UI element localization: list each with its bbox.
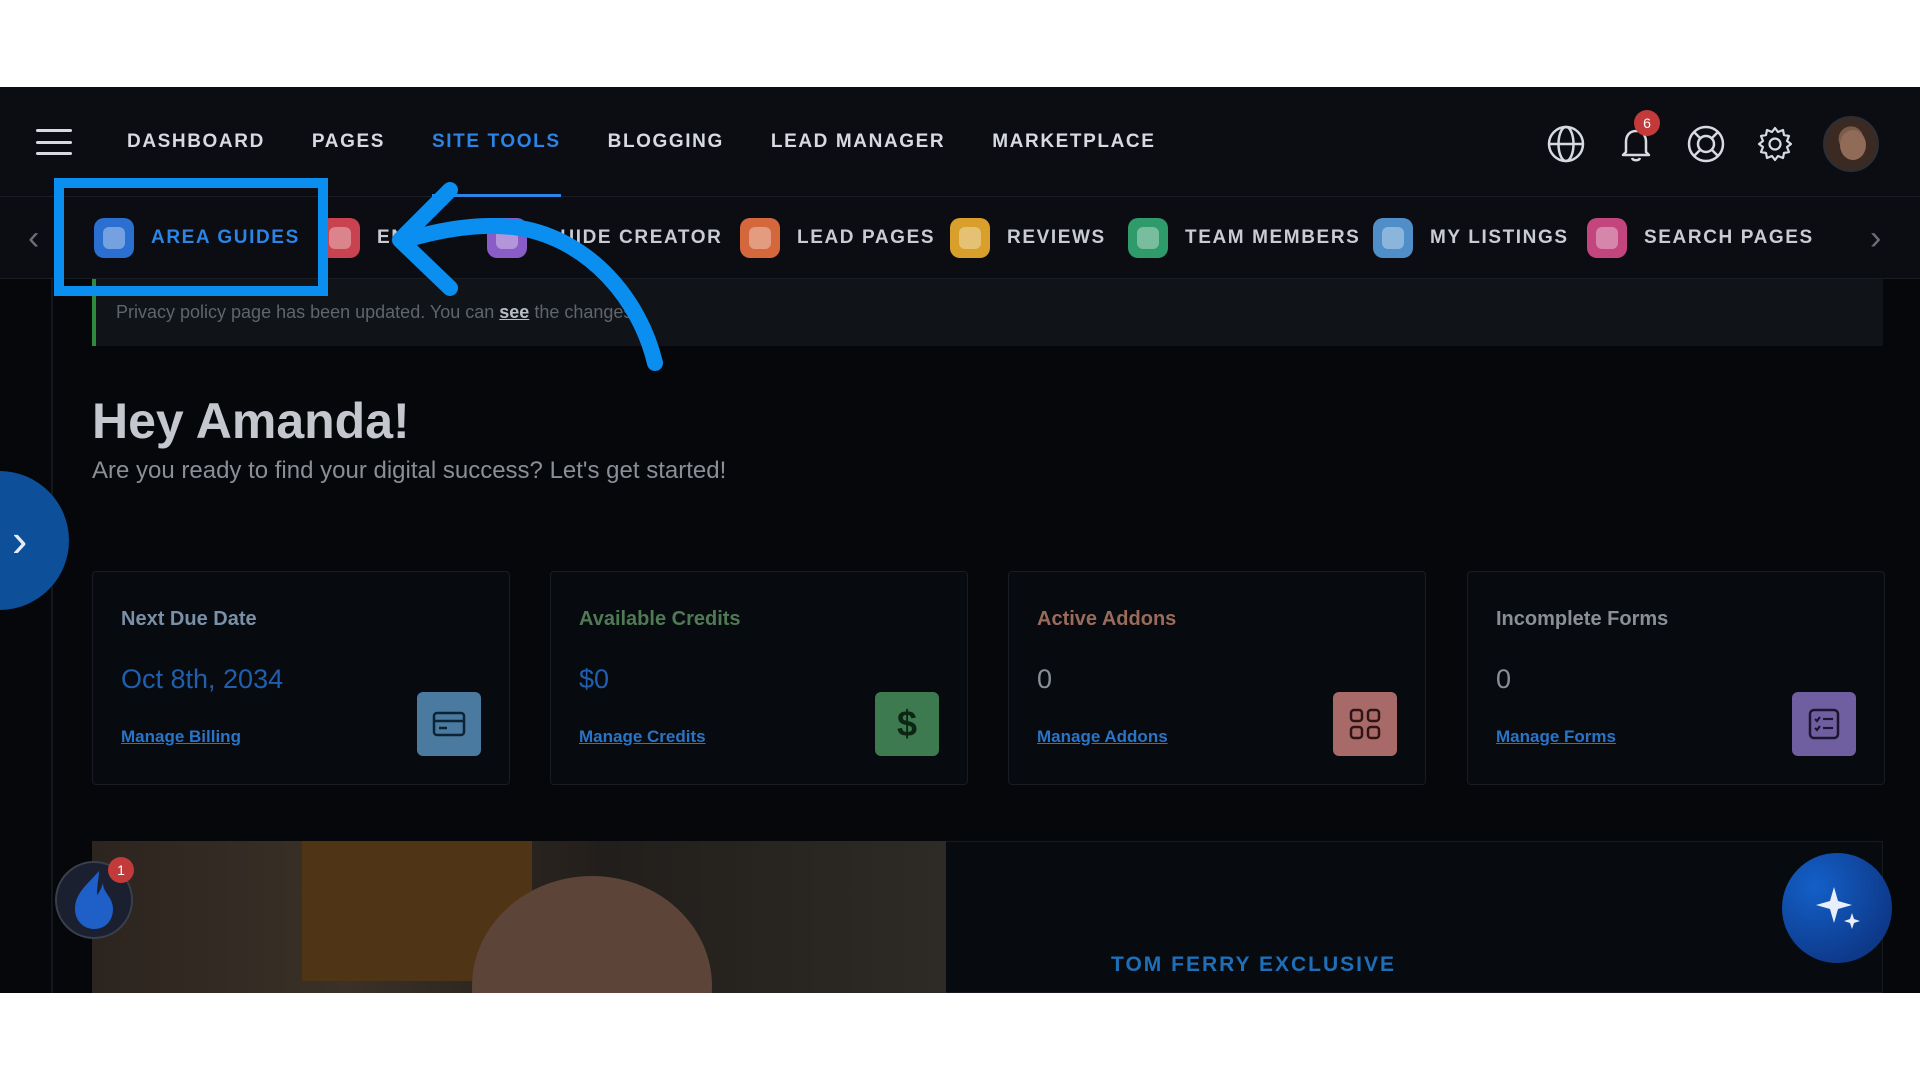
notice-text-end: the changes. <box>534 302 638 322</box>
notice-text: Privacy policy page has been updated. Yo… <box>116 302 495 322</box>
greeting-title: Hey Amanda! <box>92 393 410 449</box>
tutorial-highlight-box <box>54 178 328 296</box>
card-next-due-date: Next Due Date Oct 8th, 2034 Manage Billi… <box>92 571 510 785</box>
nav-blogging[interactable]: BLOGGING <box>608 87 724 197</box>
scroll-left-icon[interactable]: ‹ <box>28 219 39 258</box>
subnav-label: GUIDE CREATOR <box>544 227 723 248</box>
card-title: Active Addons <box>1037 608 1177 630</box>
card-value: $0 <box>579 664 610 694</box>
subnav-reviews[interactable]: REVIEWS <box>950 197 1106 279</box>
video-thumbnail[interactable] <box>92 841 946 993</box>
manage-forms-link[interactable]: Manage Forms <box>1496 727 1616 747</box>
subnav-guide-creator[interactable]: GUIDE CREATOR <box>487 197 722 279</box>
lead-pages-icon <box>740 218 780 258</box>
help-lifebuoy-icon[interactable] <box>1686 124 1726 164</box>
card-value: 0 <box>1037 664 1053 694</box>
manage-credits-link[interactable]: Manage Credits <box>579 727 706 747</box>
grid-icon <box>1333 692 1397 756</box>
card-value: 0 <box>1496 664 1512 694</box>
gear-icon[interactable] <box>1755 124 1795 164</box>
subnav-search-pages[interactable]: SEARCH PAGES <box>1587 197 1814 279</box>
card-title: Incomplete Forms <box>1496 608 1669 630</box>
notification-badge: 6 <box>1634 110 1660 136</box>
dollar-icon: $ <box>875 692 939 756</box>
subnav-label: MY LISTINGS <box>1430 227 1569 248</box>
card-incomplete-forms: Incomplete Forms 0 Manage Forms <box>1467 571 1885 785</box>
card-title: Next Due Date <box>121 608 257 630</box>
card-active-addons: Active Addons 0 Manage Addons <box>1008 571 1426 785</box>
my-listings-icon <box>1373 218 1413 258</box>
globe-icon[interactable] <box>1546 124 1586 164</box>
credit-card-icon <box>417 692 481 756</box>
card-title: Available Credits <box>579 608 741 630</box>
nav-site-tools[interactable]: SITE TOOLS <box>432 87 561 197</box>
subnav-label: LEAD PAGES <box>797 227 936 248</box>
nav-lead-manager[interactable]: LEAD MANAGER <box>771 87 945 197</box>
subnav-label: REVIEWS <box>1007 227 1106 248</box>
subnav-label: TEAM MEMBERS <box>1185 227 1361 248</box>
subnav-my-listings[interactable]: MY LISTINGS <box>1373 197 1569 279</box>
menu-icon[interactable] <box>36 129 72 155</box>
sidebar-expand-button[interactable]: › <box>0 471 69 610</box>
card-value: Oct 8th, 2034 <box>121 664 284 694</box>
promo-title: TOM FERRY EXCLUSIVE <box>1111 953 1396 976</box>
greeting-subtitle: Are you ready to find your digital succe… <box>92 457 727 484</box>
manage-addons-link[interactable]: Manage Addons <box>1037 727 1168 747</box>
manage-billing-link[interactable]: Manage Billing <box>121 727 241 747</box>
subnav-label: EN <box>377 227 407 248</box>
notice-see-link[interactable]: see <box>499 302 529 323</box>
nav-marketplace[interactable]: MARKETPLACE <box>992 87 1155 197</box>
chat-badge: 1 <box>108 857 134 883</box>
privacy-notice: Privacy policy page has been updated. Yo… <box>92 279 1883 346</box>
subnav-ebook[interactable]: EN <box>320 197 407 279</box>
user-avatar[interactable] <box>1823 116 1879 172</box>
chevron-right-icon: › <box>12 514 28 566</box>
reviews-icon <box>950 218 990 258</box>
card-available-credits: Available Credits $0 Manage Credits $ <box>550 571 968 785</box>
ai-assistant-button[interactable] <box>1782 853 1892 963</box>
subnav-lead-pages[interactable]: LEAD PAGES <box>740 197 935 279</box>
search-pages-icon <box>1587 218 1627 258</box>
team-members-icon <box>1128 218 1168 258</box>
form-list-icon <box>1792 692 1856 756</box>
scroll-right-icon[interactable]: › <box>1870 219 1881 258</box>
sparkle-icon <box>1816 887 1860 929</box>
promo-card <box>946 841 1883 993</box>
subnav-team-members[interactable]: TEAM MEMBERS <box>1128 197 1360 279</box>
guide-creator-icon <box>487 218 527 258</box>
sidebar-rail <box>51 279 53 993</box>
subnav-label: SEARCH PAGES <box>1644 227 1814 248</box>
